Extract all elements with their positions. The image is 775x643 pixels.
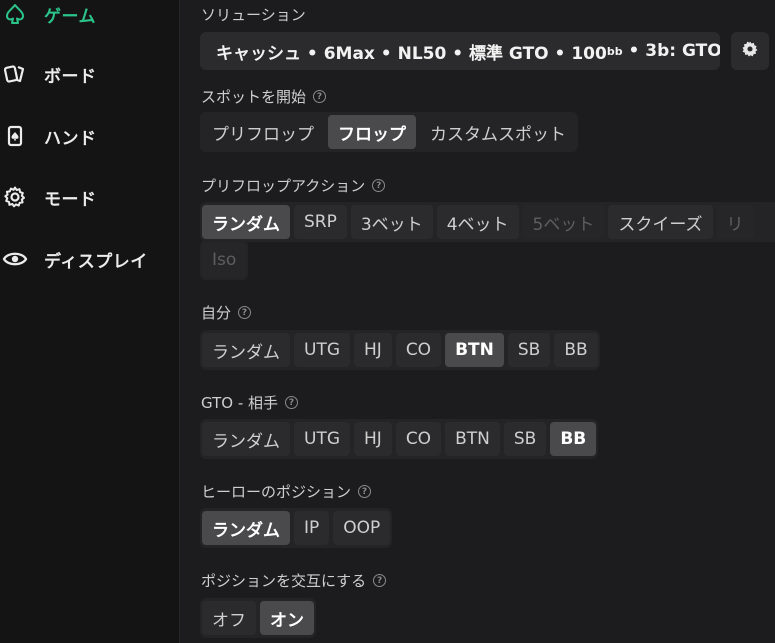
preflop-action-label-text: プリフロップアクション (201, 177, 366, 195)
preflop-action-option-squeeze[interactable]: スクイーズ (608, 205, 713, 239)
opponent-option-hj[interactable]: HJ (354, 422, 392, 456)
self-option-hj[interactable]: HJ (354, 333, 392, 367)
alternate-position-toggle: オフ オン (200, 598, 316, 638)
gear-icon (741, 40, 759, 62)
preflop-action-label: プリフロップアクション? (201, 175, 386, 196)
hero-position-option-ip[interactable]: IP (294, 511, 330, 545)
cards-icon (0, 59, 30, 89)
self-position-label: 自分? (201, 302, 252, 323)
self-position-label-text: 自分 (201, 304, 232, 322)
self-option-sb[interactable]: SB (507, 333, 551, 367)
solution-label: ソリューション (201, 4, 306, 25)
preflop-action-option-random[interactable]: ランダム (202, 205, 290, 239)
sidebar-item-hand[interactable]: ハンド (0, 116, 180, 156)
sidebar: ゲーム ボード ハンド モード ディスプレイ (0, 0, 180, 643)
alternate-position-option-on[interactable]: オン (260, 601, 314, 635)
alternate-position-option-off[interactable]: オフ (202, 601, 256, 635)
hero-position-option-random[interactable]: ランダム (202, 511, 290, 545)
sidebar-item-label: ゲーム (44, 6, 96, 27)
gear-icon (0, 182, 30, 212)
self-option-btn[interactable]: BTN (445, 333, 504, 367)
sidebar-item-label: モード (44, 189, 97, 210)
solution-value-unit: bb (606, 44, 623, 58)
sidebar-item-board[interactable]: ボード (0, 54, 180, 94)
eye-icon (0, 244, 30, 274)
sidebar-item-display[interactable]: ディスプレイ (0, 239, 180, 279)
solution-label-text: ソリューション (201, 6, 306, 24)
opponent-option-bb[interactable]: BB (550, 422, 597, 456)
card-icon (0, 121, 30, 151)
spot-start-option-custom[interactable]: カスタムスポット (420, 115, 576, 149)
solution-selector[interactable]: キャッシュ • 6Max • NL50 • 標準 GTO • 100 bb • 3… (200, 32, 720, 70)
spot-start-group: プリフロップ フロップ カスタムスポット (200, 112, 578, 152)
help-icon[interactable]: ? (373, 574, 387, 587)
opponent-position-label: GTO - 相手? (201, 392, 299, 413)
spot-start-label-text: スポットを開始 (201, 88, 307, 106)
help-icon[interactable]: ? (238, 306, 252, 319)
self-option-random[interactable]: ランダム (202, 333, 290, 367)
alternate-position-label-text: ポジションを交互にする (201, 572, 367, 590)
preflop-action-option-4bet[interactable]: 4ベット (436, 205, 519, 239)
alternate-position-label: ポジションを交互にする? (201, 570, 387, 591)
spot-start-option-preflop[interactable]: プリフロップ (202, 115, 324, 149)
preflop-action-option-iso[interactable]: Iso (202, 243, 247, 277)
solution-value-main: キャッシュ • 6Max • NL50 • 標準 GTO • 100 (216, 43, 607, 64)
self-position-group: ランダム UTG HJ CO BTN SB BB (200, 330, 600, 370)
spade-icon (0, 0, 30, 29)
hero-position-group: ランダム IP OOP (200, 508, 393, 548)
preflop-action-option-limp[interactable]: リ (716, 205, 754, 239)
preflop-action-option-5bet[interactable]: 5ベット (522, 205, 605, 239)
opponent-position-group: ランダム UTG HJ CO BTN SB BB (200, 419, 599, 459)
self-option-co[interactable]: CO (395, 333, 442, 367)
opponent-option-co[interactable]: CO (395, 422, 442, 456)
help-icon[interactable]: ? (372, 179, 386, 192)
settings-panel: ソリューション キャッシュ • 6Max • NL50 • 標準 GTO • 1… (181, 0, 775, 643)
sidebar-item-game[interactable]: ゲーム (0, 0, 180, 34)
sidebar-item-label: ボード (44, 66, 97, 87)
opponent-position-label-text: GTO - 相手 (201, 394, 279, 412)
help-icon[interactable]: ? (313, 90, 327, 103)
opponent-option-utg[interactable]: UTG (294, 422, 351, 456)
sidebar-item-mode[interactable]: モード (0, 177, 180, 217)
spot-start-label: スポットを開始? (201, 86, 327, 107)
help-icon[interactable]: ? (285, 396, 299, 409)
spot-start-option-flop[interactable]: フロップ (328, 115, 416, 149)
preflop-action-option-3bet[interactable]: 3ベット (350, 205, 433, 239)
self-option-utg[interactable]: UTG (294, 333, 351, 367)
solution-settings-button[interactable] (731, 32, 769, 70)
preflop-action-group-row2: Iso (200, 240, 249, 280)
hero-position-option-oop[interactable]: OOP (333, 511, 391, 545)
opponent-option-btn[interactable]: BTN (445, 422, 500, 456)
opponent-option-sb[interactable]: SB (503, 422, 547, 456)
hero-position-label: ヒーローのポジション? (201, 481, 372, 502)
opponent-option-random[interactable]: ランダム (202, 422, 290, 456)
self-option-bb[interactable]: BB (554, 333, 598, 367)
sidebar-item-label: ハンド (44, 128, 97, 149)
sidebar-item-label: ディスプレイ (44, 251, 148, 272)
preflop-action-group: ランダム SRP 3ベット 4ベット 5ベット スクイーズ リ (200, 202, 775, 242)
solution-value-tail: • 3b: GTO (622, 41, 720, 61)
preflop-action-option-srp[interactable]: SRP (294, 205, 347, 239)
hero-position-label-text: ヒーローのポジション (201, 483, 352, 501)
help-icon[interactable]: ? (358, 485, 372, 498)
